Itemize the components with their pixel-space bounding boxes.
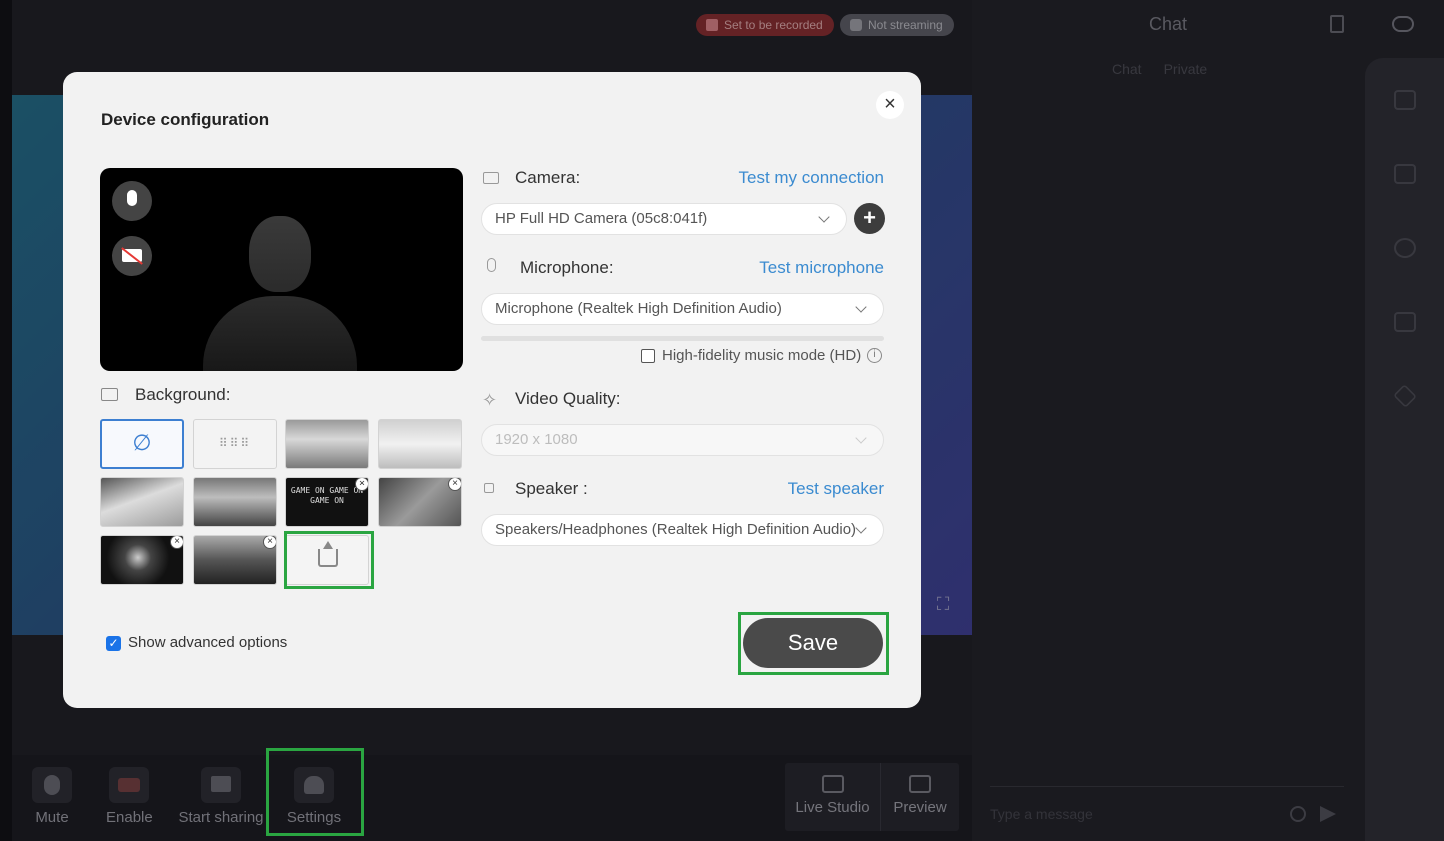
save-highlight-box [738, 612, 889, 675]
camera-preview [100, 168, 463, 371]
video-quality-label: Video Quality: [515, 389, 621, 408]
dialog-title: Device configuration [101, 110, 270, 129]
video-quality-select[interactable]: 1920 x 1080 [481, 424, 884, 456]
background-window[interactable] [193, 477, 277, 527]
image-icon [101, 388, 118, 401]
info-icon[interactable]: i [867, 348, 882, 363]
background-none[interactable]: ∅ [100, 419, 184, 469]
background-label: Background: [135, 385, 231, 404]
sparkle-icon: ✧ [482, 390, 498, 410]
avatar-silhouette-body [203, 296, 357, 371]
settings-highlight-box [266, 748, 364, 836]
avatar-silhouette-head [249, 216, 311, 292]
microphone-value: Microphone (Realtek High Definition Audi… [495, 300, 782, 317]
microphone-level-meter [481, 336, 884, 341]
advanced-options-checkbox[interactable]: ✓ [106, 636, 121, 651]
speaker-label: Speaker : [515, 479, 588, 498]
add-camera-button[interactable]: + [854, 203, 885, 234]
advanced-options-label[interactable]: Show advanced options [128, 634, 287, 651]
background-gray[interactable]: × [378, 477, 462, 527]
remove-icon[interactable]: × [448, 478, 461, 491]
chevron-down-icon [855, 301, 867, 313]
camera-icon [483, 172, 499, 184]
background-office[interactable] [378, 419, 462, 469]
remove-icon[interactable]: × [170, 536, 183, 549]
background-game-on[interactable]: GAME ON GAME ON GAME ON × [285, 477, 369, 527]
video-quality-value: 1920 x 1080 [495, 431, 578, 448]
microphone-label: Microphone: [520, 258, 614, 277]
remove-icon[interactable]: × [263, 536, 276, 549]
camera-label: Camera: [515, 168, 581, 187]
background-dark-figure[interactable]: × [100, 535, 184, 585]
background-blur[interactable]: ⠿⠿⠿ [193, 419, 277, 469]
hd-mode-label[interactable]: High-fidelity music mode (HD) [662, 347, 861, 364]
speaker-value: Speakers/Headphones (Realtek High Defini… [495, 521, 857, 538]
camera-select[interactable]: HP Full HD Camera (05c8:041f) [481, 203, 847, 235]
game-on-text: GAME ON GAME ON GAME ON [290, 486, 364, 505]
test-connection-link[interactable]: Test my connection [723, 168, 884, 188]
test-speaker-link[interactable]: Test speaker [723, 479, 884, 499]
background-room[interactable] [285, 419, 369, 469]
remove-icon[interactable]: × [355, 478, 368, 491]
microphone-select[interactable]: Microphone (Realtek High Definition Audi… [481, 293, 884, 325]
chevron-down-icon [855, 522, 867, 534]
close-button[interactable]: × [876, 91, 904, 119]
background-dark-street[interactable]: × [193, 535, 277, 585]
test-microphone-link[interactable]: Test microphone [723, 258, 884, 278]
device-configuration-dialog: Device configuration × Background: ∅ ⠿⠿⠿… [63, 72, 921, 708]
microphone-icon [487, 258, 496, 272]
speaker-icon [484, 483, 494, 493]
camera-value: HP Full HD Camera (05c8:041f) [495, 210, 708, 227]
chevron-down-icon [855, 432, 867, 444]
microphone-icon [127, 190, 137, 206]
background-beach[interactable] [100, 477, 184, 527]
preview-camera-button[interactable] [112, 236, 152, 276]
speaker-select[interactable]: Speakers/Headphones (Realtek High Defini… [481, 514, 884, 546]
chevron-down-icon [818, 211, 830, 223]
preview-mic-button[interactable] [112, 181, 152, 221]
upload-highlight-box [284, 531, 374, 589]
hd-mode-checkbox[interactable] [641, 349, 655, 363]
